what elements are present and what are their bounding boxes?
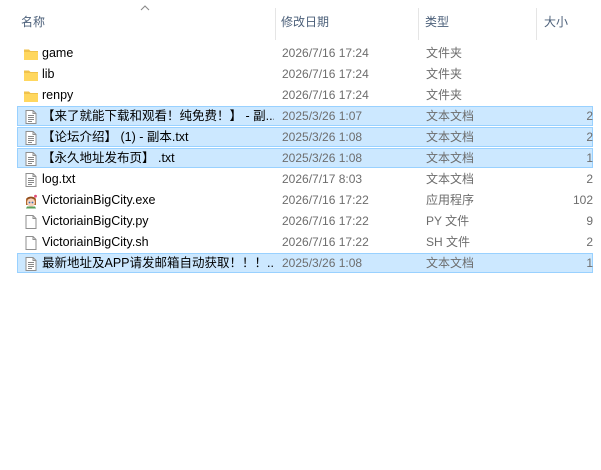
file-modified-date: 2026/7/16 17:24 <box>282 67 369 81</box>
file-modified-date: 2026/7/17 8:03 <box>282 172 363 186</box>
file-size: 2 <box>586 235 593 249</box>
file-row[interactable]: game 2026/7/16 17:24 文件夹 <box>17 43 593 63</box>
app-icon <box>23 193 39 209</box>
file-row[interactable]: 【来了就能下载和观看！纯免费！】 - 副... 2025/3/26 1:07 文本文… <box>17 106 593 126</box>
file-type: 文件夹 <box>426 88 463 102</box>
file-row[interactable]: renpy 2026/7/16 17:24 文件夹 <box>17 85 593 105</box>
blank-file-icon <box>23 214 39 230</box>
file-modified-date: 2026/7/16 17:22 <box>282 193 369 207</box>
file-size <box>538 65 593 84</box>
file-row[interactable]: log.txt 2026/7/17 8:03 文本文档 2 <box>17 169 593 189</box>
column-header-bar: 名称 修改日期 类型 大小 <box>0 0 601 40</box>
file-name: 【论坛介绍】 (1) - 副本.txt <box>42 130 189 144</box>
file-type: 文本文档 <box>426 151 475 165</box>
file-type: 文件夹 <box>426 46 463 60</box>
text-file-icon <box>23 172 39 188</box>
file-size: 9 <box>586 214 593 228</box>
file-size: 1 <box>586 151 593 165</box>
file-name: log.txt <box>42 172 76 186</box>
text-file-icon <box>23 109 39 125</box>
file-type: 文本文档 <box>426 256 475 270</box>
file-name: VictoriainBigCity.sh <box>42 235 149 249</box>
column-header-modified[interactable]: 修改日期 <box>281 0 411 40</box>
file-modified-date: 2025/3/26 1:08 <box>282 256 363 270</box>
file-type: 文件夹 <box>426 67 463 81</box>
file-modified-date: 2026/7/16 17:24 <box>282 88 369 102</box>
folder-icon <box>23 46 39 62</box>
file-size <box>538 86 593 105</box>
file-modified-date: 2026/7/16 17:22 <box>282 214 369 228</box>
file-name: lib <box>42 67 55 81</box>
file-modified-date: 2026/7/16 17:24 <box>282 46 369 60</box>
column-divider[interactable] <box>418 8 419 40</box>
column-divider[interactable] <box>536 8 537 40</box>
file-row[interactable]: 【论坛介绍】 (1) - 副本.txt 2025/3/26 1:08 文本文档 2 <box>17 127 593 147</box>
column-divider[interactable] <box>275 8 276 40</box>
file-size: 102 <box>572 193 593 207</box>
file-modified-date: 2026/7/16 17:22 <box>282 235 369 249</box>
folder-icon <box>23 88 39 104</box>
blank-file-icon <box>23 235 39 251</box>
file-type: 文本文档 <box>426 172 475 186</box>
file-type: 文本文档 <box>426 130 475 144</box>
text-file-icon <box>23 256 39 272</box>
text-file-icon <box>23 151 39 167</box>
file-size <box>538 44 593 63</box>
file-type: SH 文件 <box>426 235 471 249</box>
file-type: 文本文档 <box>426 109 475 123</box>
column-header-type[interactable]: 类型 <box>425 0 530 40</box>
file-row[interactable]: VictoriainBigCity.py 2026/7/16 17:22 PY 文件… <box>17 211 593 231</box>
file-name: VictoriainBigCity.py <box>42 214 149 228</box>
file-row[interactable]: 【永久地址发布页】 .txt 2025/3/26 1:08 文本文档 1 <box>17 148 593 168</box>
file-name: 【来了就能下载和观看！纯免费！】 - 副... <box>42 109 274 123</box>
column-header-size[interactable]: 大小 <box>544 0 594 40</box>
file-modified-date: 2025/3/26 1:08 <box>282 130 363 144</box>
file-size: 2 <box>586 130 593 144</box>
file-modified-date: 2025/3/26 1:08 <box>282 151 363 165</box>
file-name: renpy <box>42 88 74 102</box>
file-size: 2 <box>586 109 593 123</box>
file-name: 【永久地址发布页】 .txt <box>42 151 175 165</box>
file-name: VictoriainBigCity.exe <box>42 193 156 207</box>
file-type: 应用程序 <box>426 193 475 207</box>
file-row[interactable]: 最新地址及APP请发邮箱自动获取！！！... 2025/3/26 1:08 文本文档… <box>17 253 593 273</box>
file-type: PY 文件 <box>426 214 470 228</box>
file-row[interactable]: VictoriainBigCity.sh 2026/7/16 17:22 SH 文件… <box>17 232 593 252</box>
file-row[interactable]: VictoriainBigCity.exe 2026/7/16 17:22 应用程序… <box>17 190 593 210</box>
column-header-name[interactable]: 名称 <box>21 0 271 40</box>
file-row[interactable]: lib 2026/7/16 17:24 文件夹 <box>17 64 593 84</box>
text-file-icon <box>23 130 39 146</box>
file-name: game <box>42 46 74 60</box>
file-size: 1 <box>586 256 593 270</box>
file-size: 2 <box>586 172 593 186</box>
file-modified-date: 2025/3/26 1:07 <box>282 109 363 123</box>
file-name: 最新地址及APP请发邮箱自动获取！！！... <box>42 256 274 270</box>
folder-icon <box>23 67 39 83</box>
